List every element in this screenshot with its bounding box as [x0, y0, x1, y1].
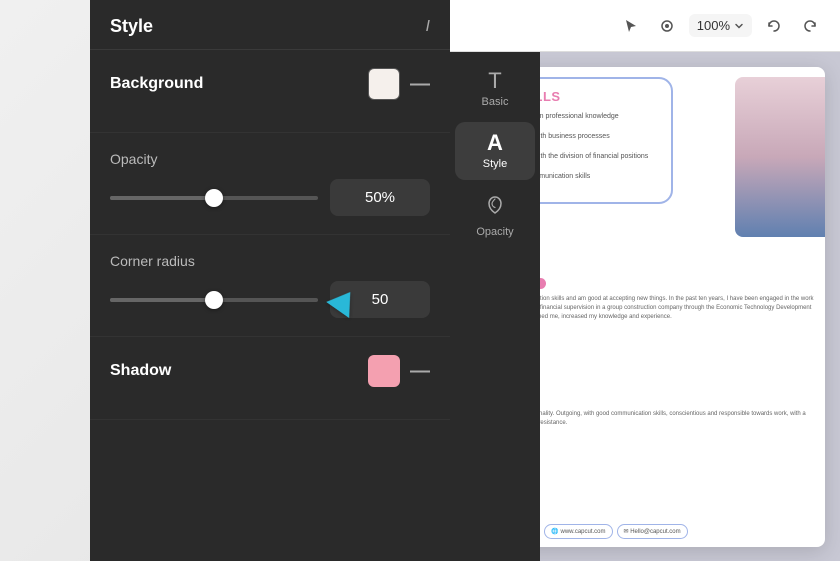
style-icon: A	[487, 132, 503, 154]
background-label: Background —	[110, 68, 430, 100]
corner-radius-slider-thumb[interactable]	[205, 291, 223, 309]
shadow-remove-btn[interactable]: —	[410, 361, 430, 381]
tool-style[interactable]: A Style	[455, 122, 535, 180]
italic-btn[interactable]: I	[426, 18, 430, 36]
zoom-value: 100%	[697, 18, 730, 33]
contact-web: 🌐 www.capcut.com	[544, 524, 612, 539]
corner-radius-value-input[interactable]	[330, 281, 430, 318]
redo-btn[interactable]	[796, 14, 824, 38]
style-panel-title: Style	[110, 16, 153, 37]
basic-label: Basic	[482, 96, 509, 108]
tool-basic[interactable]: T Basic	[455, 60, 535, 118]
opacity-icon	[483, 194, 507, 222]
cursor-tool-btn[interactable]	[617, 14, 645, 38]
right-tool-sidebar: T Basic A Style Opacity	[450, 52, 540, 561]
opacity-value-input[interactable]	[330, 179, 430, 216]
person-photo	[735, 77, 825, 237]
opacity-section: Opacity	[90, 133, 450, 235]
background-color-swatch[interactable]	[368, 68, 400, 100]
zoom-control[interactable]: 100%	[689, 14, 752, 37]
opacity-slider-thumb[interactable]	[205, 189, 223, 207]
corner-radius-slider-track[interactable]	[110, 298, 318, 302]
opacity-tool-label: Opacity	[476, 226, 513, 238]
basic-icon: T	[488, 70, 501, 92]
corner-radius-slider-row	[110, 281, 430, 318]
corner-radius-slider-fill	[110, 298, 214, 302]
contact-email: ✉ Hello@capcut.com	[617, 524, 688, 539]
corner-radius-section: Corner radius	[90, 235, 450, 337]
opacity-slider-fill	[110, 196, 214, 200]
style-panel-header: Style I	[90, 0, 450, 50]
background-remove-btn[interactable]: —	[410, 74, 430, 94]
style-label: Style	[483, 158, 507, 170]
background-section: Background —	[90, 50, 450, 133]
toolbar: 100%	[450, 0, 840, 52]
corner-radius-label: Corner radius	[110, 253, 430, 269]
tool-opacity[interactable]: Opacity	[455, 184, 535, 248]
opacity-slider-row	[110, 179, 430, 216]
opacity-slider-track[interactable]	[110, 196, 318, 200]
shadow-section: Shadow —	[90, 337, 450, 420]
opacity-label: Opacity	[110, 151, 430, 167]
undo-btn[interactable]	[760, 14, 788, 38]
shadow-color-swatch[interactable]	[368, 355, 400, 387]
shadow-label: Shadow —	[110, 355, 430, 387]
style-panel: Style I Background — Opacity Corner radi…	[90, 0, 450, 561]
hand-tool-btn[interactable]	[653, 14, 681, 38]
